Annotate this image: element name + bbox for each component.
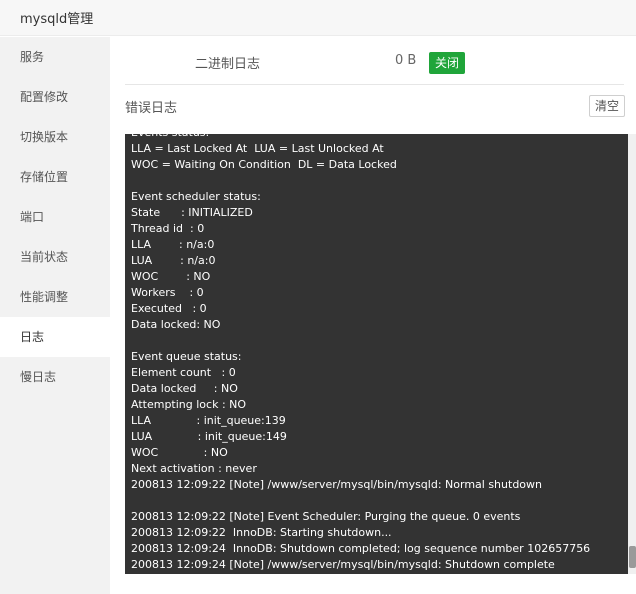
sidebar-item-port[interactable]: 端口 [0,197,110,237]
window-title: mysqld管理 [20,12,94,27]
log-line: State : INITIALIZED [131,206,253,219]
sidebar-item-performance[interactable]: 性能调整 [0,277,110,317]
sidebar-item-service[interactable]: 服务 [0,37,110,77]
log-line: 200813 12:09:22 InnoDB: Starting shutdow… [131,526,392,539]
sidebar-item-switch-version[interactable]: 切换版本 [0,117,110,157]
sidebar-item-config[interactable]: 配置修改 [0,77,110,117]
sidebar-item-status[interactable]: 当前状态 [0,237,110,277]
binlog-row: 二进制日志 0 B 关闭 [125,37,624,85]
log-line: 200813 12:09:22 [Note] Event Scheduler: … [131,510,521,523]
sidebar-item-storage[interactable]: 存储位置 [0,157,110,197]
log-line: Data locked : NO [131,382,238,395]
binlog-close-button[interactable]: 关闭 [429,52,465,74]
log-line: LUA : init_queue:149 [131,430,287,443]
log-line: Workers : 0 [131,286,204,299]
main-panel: 二进制日志 0 B 关闭 错误日志 清空 Events status:LLA =… [110,37,636,594]
title-bar: mysqld管理 [0,0,636,36]
sidebar-item-slow-log[interactable]: 慢日志 [0,357,110,397]
log-line: WOC : NO [131,270,211,283]
log-line: Executed : 0 [131,302,207,315]
log-line: Element count : 0 [131,366,236,379]
log-scrollbar-thumb[interactable] [629,546,636,568]
binlog-size: 0 B [395,53,417,68]
log-scrollbar[interactable] [628,134,636,574]
error-log-viewer[interactable]: Events status:LLA = Last Locked At LUA =… [125,134,636,574]
log-line: 200813 12:09:24 InnoDB: Shutdown complet… [131,542,591,555]
log-line: WOC = Waiting On Condition DL = Data Loc… [131,158,397,171]
log-line: LLA = Last Locked At LUA = Last Unlocked… [131,142,384,155]
sidebar-item-log[interactable]: 日志 [0,317,110,357]
log-line: 200813 12:09:22 [Note] /www/server/mysql… [131,478,542,491]
log-line: Event queue status: [131,350,242,363]
log-line: Data locked: NO [131,318,221,331]
log-line: Attempting lock : NO [131,398,247,411]
log-line: WOC : NO [131,446,228,459]
log-line: LUA : n/a:0 [131,254,216,267]
error-log-label: 错误日志 [125,101,178,116]
log-line: Event scheduler status: [131,190,261,203]
log-line: 200813 12:09:24 [Note] /www/server/mysql… [131,558,555,571]
log-line: Next activation : never [131,462,257,475]
log-line: LLA : n/a:0 [131,238,215,251]
sidebar: 服务 配置修改 切换版本 存储位置 端口 当前状态 性能调整 日志 慢日志 [0,37,110,594]
error-log-text: Events status:LLA = Last Locked At LUA =… [131,134,621,573]
mysqld-manager-window: mysqld管理 服务 配置修改 切换版本 存储位置 端口 当前状态 性能调整 … [0,0,636,594]
clear-log-button[interactable]: 清空 [589,95,625,117]
log-line: Events status: [131,134,621,141]
binlog-label: 二进制日志 [195,57,261,72]
log-line: Thread id : 0 [131,222,205,235]
log-line: LLA : init_queue:139 [131,414,286,427]
